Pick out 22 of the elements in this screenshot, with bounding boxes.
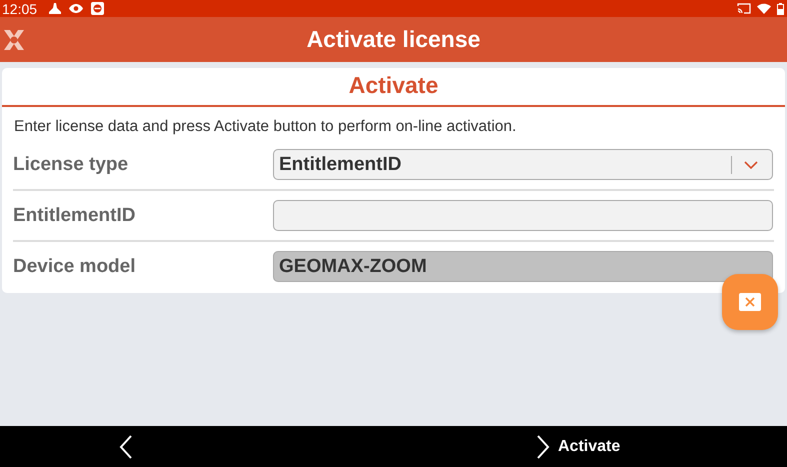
back-button[interactable] — [119, 434, 133, 458]
field-label: License type — [13, 154, 130, 176]
input-field[interactable] — [273, 200, 773, 231]
logo-icon[interactable] — [2, 28, 26, 52]
dropdown[interactable]: EntitlementID — [273, 149, 773, 180]
wifi-icon — [757, 3, 771, 14]
close-icon — [739, 293, 761, 311]
screen-title: Activate license — [306, 26, 482, 53]
input-field: GEOMAX-ZOOM — [273, 251, 773, 282]
instruction-text: Enter license data and press Activate button to perform on-line activation. — [13, 117, 518, 137]
cast-icon — [737, 3, 751, 14]
card-title: Activate — [2, 68, 785, 107]
field-label: Device model — [13, 256, 136, 278]
status-time: 12:05 — [2, 0, 38, 16]
chevron-right-icon — [536, 434, 550, 458]
field-label: EntitlementID — [13, 204, 136, 226]
chevron-left-icon — [119, 434, 133, 458]
activate-button[interactable]: Activate — [536, 434, 620, 458]
chevron-down-icon — [744, 160, 758, 168]
battery-icon — [777, 2, 784, 14]
eye-icon — [69, 4, 84, 13]
close-button[interactable] — [722, 274, 778, 330]
